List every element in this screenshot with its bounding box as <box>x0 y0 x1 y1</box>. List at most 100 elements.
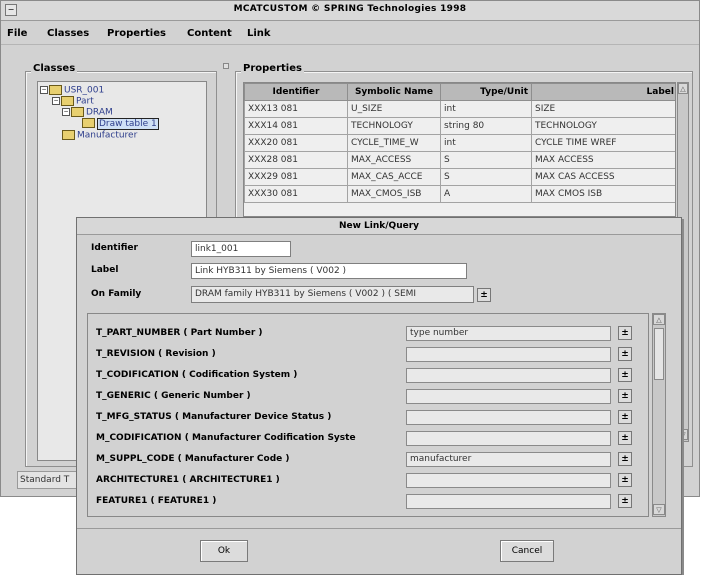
attribute-label: M_CODIFICATION ( Manufacturer Codificati… <box>96 433 356 443</box>
classes-group-label: Classes <box>31 63 78 74</box>
title-bar: − MCATCUSTOM © SPRING Technologies 1998 <box>1 1 699 21</box>
cell-identifier: XXX13 081 <box>244 100 348 118</box>
folder-icon <box>62 130 75 140</box>
attribute-value-field[interactable]: manufacturer <box>406 452 611 467</box>
chevron-down-icon[interactable]: ± <box>618 368 632 382</box>
chevron-down-icon[interactable]: ± <box>618 473 632 487</box>
cell-identifier: XXX20 081 <box>244 134 348 152</box>
table-row[interactable]: XXX13 081 U_SIZE int SIZE <box>244 100 675 118</box>
tree-node-usr-001[interactable]: − USR_001 <box>40 85 104 96</box>
tree-node-manufacturer[interactable]: Manufacturer <box>62 130 137 141</box>
scroll-up-icon[interactable]: △ <box>653 314 665 325</box>
label-label: Label <box>91 265 119 275</box>
table-header-row: Identifier Symbolic Name Type/Unit Label <box>244 83 675 101</box>
attribute-value-field[interactable] <box>406 473 611 488</box>
tree-node-part[interactable]: − Part <box>52 96 94 107</box>
label-field[interactable]: Link HYB311 by Siemens ( V002 ) <box>191 263 467 279</box>
cell-symbolic-name: U_SIZE <box>347 100 441 118</box>
button-divider <box>77 528 681 529</box>
chevron-down-icon[interactable]: ± <box>618 431 632 445</box>
cancel-button[interactable]: Cancel <box>500 540 554 562</box>
menu-file[interactable]: File <box>7 28 27 39</box>
column-header-type-unit[interactable]: Type/Unit <box>440 83 532 101</box>
menu-bar: File Classes Properties Content Link <box>1 23 699 45</box>
attribute-value-field[interactable] <box>406 368 611 383</box>
folder-icon <box>71 107 84 117</box>
attributes-panel: T_PART_NUMBER ( Part Number ) type numbe… <box>87 313 649 517</box>
table-row[interactable]: XXX28 081 MAX_ACCESS S MAX ACCESS <box>244 151 675 169</box>
cell-type-unit: int <box>440 100 532 118</box>
properties-table-container: Identifier Symbolic Name Type/Unit Label… <box>243 82 676 217</box>
cell-label: MAX CMOS ISB <box>531 185 675 203</box>
chevron-down-icon[interactable]: ± <box>618 389 632 403</box>
cell-label: MAX CAS ACCESS <box>531 168 675 186</box>
cell-type-unit: S <box>440 151 532 169</box>
scroll-up-icon[interactable]: △ <box>678 83 688 94</box>
properties-table: Identifier Symbolic Name Type/Unit Label… <box>244 83 675 203</box>
menu-link[interactable]: Link <box>247 28 271 39</box>
identifier-label: Identifier <box>91 243 138 253</box>
menu-classes[interactable]: Classes <box>47 28 89 39</box>
cell-label: TECHNOLOGY <box>531 117 675 135</box>
cell-type-unit: A <box>440 185 532 203</box>
cell-identifier: XXX30 081 <box>244 185 348 203</box>
column-header-identifier[interactable]: Identifier <box>244 83 348 101</box>
identifier-field[interactable]: link1_001 <box>191 241 291 257</box>
table-row[interactable]: XXX14 081 TECHNOLOGY string 80 TECHNOLOGY <box>244 117 675 135</box>
folder-icon <box>82 118 95 128</box>
chevron-down-icon[interactable]: ± <box>618 326 632 340</box>
tree-node-label: Manufacturer <box>77 130 138 141</box>
table-row[interactable]: XXX29 081 MAX_CAS_ACCE S MAX CAS ACCESS <box>244 168 675 186</box>
chevron-down-icon[interactable]: ± <box>618 452 632 466</box>
collapse-icon[interactable]: − <box>62 108 70 116</box>
on-family-label: On Family <box>91 289 142 299</box>
cell-symbolic-name: MAX_CAS_ACCE <box>347 168 441 186</box>
status-bar: Standard T <box>17 471 77 489</box>
column-header-label[interactable]: Label <box>531 83 675 101</box>
menu-properties[interactable]: Properties <box>107 28 166 39</box>
tree-node-label: Part <box>76 96 94 107</box>
column-header-symbolic-name[interactable]: Symbolic Name <box>347 83 441 101</box>
on-family-field[interactable]: DRAM family HYB311 by Siemens ( V002 ) (… <box>191 286 474 303</box>
attribute-label: T_MFG_STATUS ( Manufacturer Device Statu… <box>96 412 332 422</box>
tree-node-dram[interactable]: − DRAM <box>62 107 113 118</box>
folder-icon <box>49 85 62 95</box>
attribute-value-field[interactable] <box>406 494 611 509</box>
cell-identifier: XXX29 081 <box>244 168 348 186</box>
menu-content[interactable]: Content <box>187 28 232 39</box>
folder-icon <box>61 96 74 106</box>
attribute-value-field[interactable]: type number <box>406 326 611 341</box>
collapse-icon[interactable]: − <box>40 86 48 94</box>
tree-node-draw-table[interactable]: Draw table 1 <box>82 117 159 130</box>
collapse-icon[interactable]: − <box>52 97 60 105</box>
chevron-down-icon[interactable]: ± <box>618 410 632 424</box>
table-row[interactable]: XXX30 081 MAX_CMOS_ISB A MAX CMOS ISB <box>244 185 675 203</box>
attribute-value-field[interactable] <box>406 431 611 446</box>
chevron-down-icon[interactable]: ± <box>477 288 491 302</box>
attribute-value-field[interactable] <box>406 410 611 425</box>
cell-symbolic-name: TECHNOLOGY <box>347 117 441 135</box>
scroll-thumb[interactable] <box>654 328 664 380</box>
cell-symbolic-name: CYCLE_TIME_W <box>347 134 441 152</box>
cell-type-unit: int <box>440 134 532 152</box>
cell-label: SIZE <box>531 100 675 118</box>
attribute-value-field[interactable] <box>406 389 611 404</box>
attribute-label: T_REVISION ( Revision ) <box>96 349 216 359</box>
tree-node-label: DRAM <box>86 107 113 118</box>
tree-node-label: USR_001 <box>64 85 105 96</box>
cell-symbolic-name: MAX_ACCESS <box>347 151 441 169</box>
attribute-label: T_PART_NUMBER ( Part Number ) <box>96 328 263 338</box>
cell-label: MAX ACCESS <box>531 151 675 169</box>
splitter-handle[interactable] <box>223 63 229 69</box>
properties-group-label: Properties <box>241 63 304 74</box>
attributes-scrollbar[interactable]: △ ▽ <box>652 313 666 517</box>
chevron-down-icon[interactable]: ± <box>618 494 632 508</box>
table-row[interactable]: XXX20 081 CYCLE_TIME_W int CYCLE TIME WREF <box>244 134 675 152</box>
attribute-label: M_SUPPL_CODE ( Manufacturer Code ) <box>96 454 290 464</box>
scroll-down-icon[interactable]: ▽ <box>653 504 665 515</box>
attribute-label: T_CODIFICATION ( Codification System ) <box>96 370 298 380</box>
window-title: MCATCUSTOM © SPRING Technologies 1998 <box>233 4 467 14</box>
ok-button[interactable]: Ok <box>200 540 248 562</box>
chevron-down-icon[interactable]: ± <box>618 347 632 361</box>
attribute-value-field[interactable] <box>406 347 611 362</box>
